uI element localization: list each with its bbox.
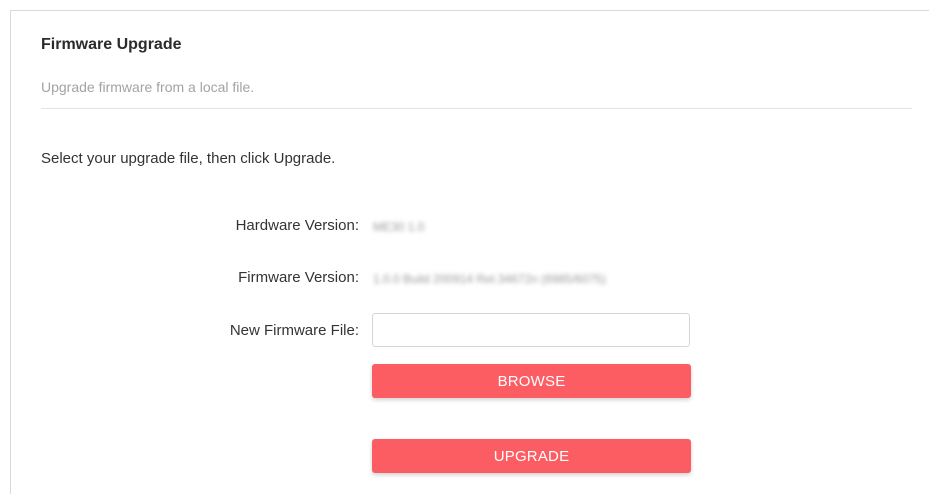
section-subtitle: Upgrade firmware from a local file.	[41, 79, 255, 95]
section-divider	[41, 108, 912, 109]
firmware-upgrade-panel: Firmware Upgrade Upgrade firmware from a…	[10, 10, 929, 494]
section-title: Firmware Upgrade	[41, 36, 182, 53]
firmware-version-value: 1.0.0 Build 200914 Rel.34672n (6985/6075…	[373, 272, 606, 286]
instruction-text: Select your upgrade file, then click Upg…	[41, 150, 336, 167]
hardware-version-label: Hardware Version:	[235, 217, 359, 234]
browse-button[interactable]: BROWSE	[372, 364, 691, 398]
upgrade-button[interactable]: UPGRADE	[372, 439, 691, 473]
new-firmware-file-input[interactable]	[372, 313, 690, 347]
firmware-version-label: Firmware Version:	[238, 269, 359, 286]
new-firmware-file-label: New Firmware File:	[229, 322, 359, 339]
hardware-version-value: ME30 1.0	[373, 220, 425, 234]
